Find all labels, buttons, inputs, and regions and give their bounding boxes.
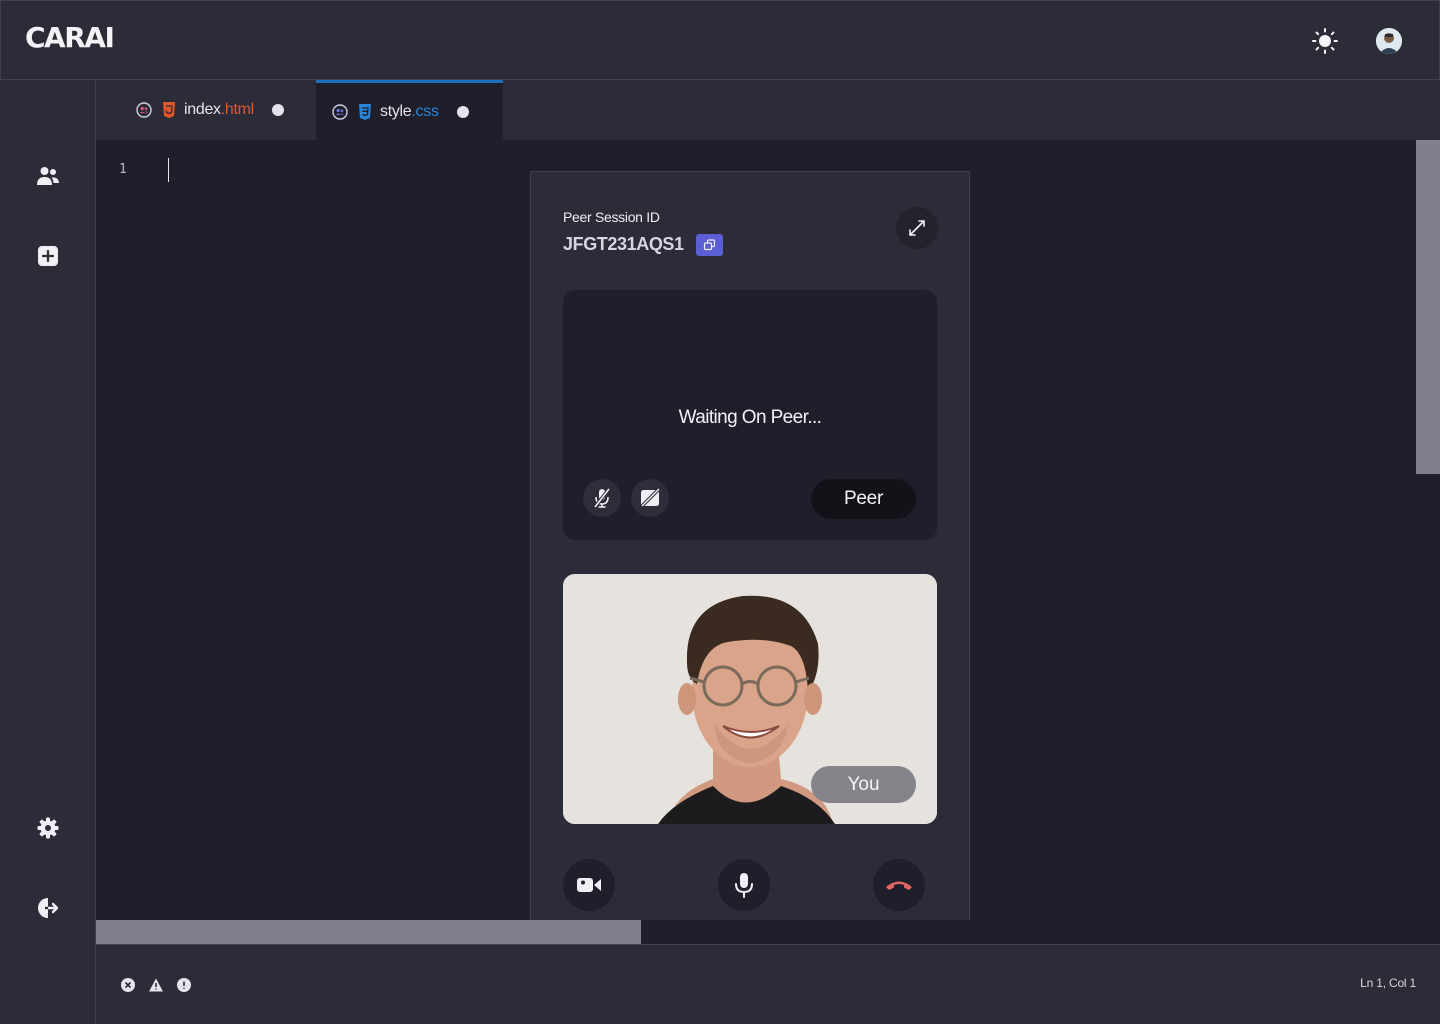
video-call-panel: Peer Session ID JFGT231AQS1 Waiting On P…	[530, 171, 970, 920]
tab-style-css[interactable]: style .css	[316, 80, 503, 140]
unsaved-dot	[456, 105, 469, 118]
session-id-label: Peer Session ID	[563, 209, 660, 225]
theme-toggle-button[interactable]	[1311, 27, 1339, 55]
camera-off-icon	[639, 487, 661, 509]
swap-arrows-icon	[909, 220, 925, 236]
hang-up-icon	[886, 881, 912, 890]
plus-square-icon	[38, 246, 58, 266]
tab-bar: index .html style .css	[96, 80, 1440, 140]
sidebar-item-new-file[interactable]	[36, 244, 60, 268]
app-logo: CARAI	[25, 21, 115, 54]
sidebar-item-users[interactable]	[36, 164, 60, 188]
toggle-video-button[interactable]	[563, 859, 615, 911]
users-icon	[37, 167, 59, 185]
vertical-scrollbar-thumb[interactable]	[1416, 140, 1440, 474]
logout-icon	[38, 898, 59, 918]
gear-icon	[37, 817, 59, 839]
video-camera-icon	[577, 878, 601, 892]
status-bar: Ln 1, Col 1	[96, 944, 1440, 1024]
user-avatar[interactable]	[1376, 28, 1402, 54]
info-icon[interactable]	[176, 977, 192, 993]
line-number: 1	[119, 162, 127, 177]
sidebar	[0, 80, 96, 1024]
error-icon[interactable]	[120, 977, 136, 993]
peer-video: Waiting On Peer... Peer	[563, 290, 937, 540]
sidebar-item-settings[interactable]	[36, 816, 60, 840]
peers-icon	[136, 102, 152, 118]
unsaved-dot	[271, 104, 284, 116]
peers-icon	[332, 103, 348, 120]
session-id-value: JFGT231AQS1	[563, 234, 684, 254]
tab-filename: index	[184, 101, 221, 118]
warning-icon[interactable]	[148, 977, 164, 993]
peer-status-text: Waiting On Peer...	[678, 407, 822, 428]
tab-index-html[interactable]: index .html	[120, 80, 316, 140]
tab-file-extension: .css	[411, 102, 439, 120]
sun-icon	[1312, 28, 1338, 54]
text-caret	[168, 158, 169, 182]
tab-filename: style	[380, 102, 412, 120]
sidebar-item-logout[interactable]	[36, 896, 60, 920]
end-call-button[interactable]	[873, 859, 925, 911]
html5-icon	[163, 102, 175, 118]
toggle-mic-button[interactable]	[718, 859, 770, 911]
microphone-icon	[735, 873, 753, 898]
copy-icon	[703, 239, 716, 251]
cursor-position: Ln 1, Col 1	[1360, 976, 1416, 990]
peer-name-tag: Peer	[811, 479, 916, 519]
mic-off-icon	[593, 487, 611, 509]
css3-icon	[359, 103, 371, 120]
self-name-tag: You	[811, 766, 916, 803]
self-video: You	[563, 574, 937, 824]
tab-file-extension: .html	[220, 101, 254, 118]
horizontal-scrollbar-thumb[interactable]	[96, 920, 641, 944]
peer-mic-status	[583, 479, 621, 517]
swap-view-button[interactable]	[896, 207, 938, 249]
copy-session-id-button[interactable]	[696, 234, 723, 256]
peer-camera-status	[631, 479, 669, 517]
top-bar: CARAI	[0, 0, 1440, 80]
